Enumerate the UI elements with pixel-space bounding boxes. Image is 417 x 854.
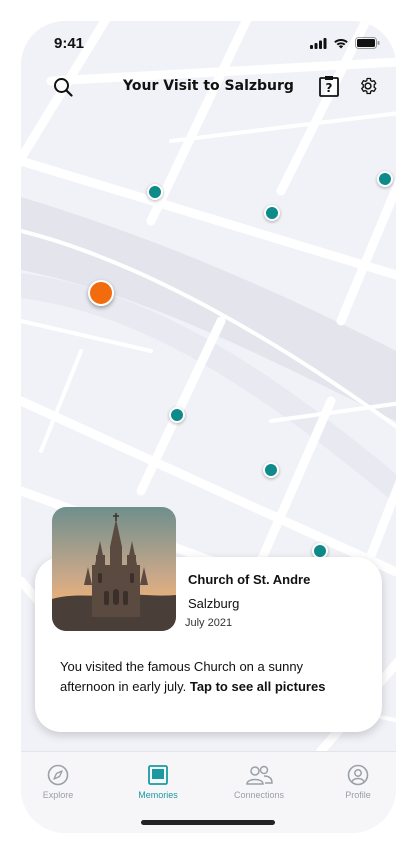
status-time: 9:41 — [54, 35, 85, 52]
memory-city: Salzburg — [188, 596, 240, 611]
tab-label: Memories — [138, 790, 178, 800]
home-indicator — [141, 820, 275, 825]
tab-label: Connections — [233, 790, 285, 800]
map-pin[interactable] — [147, 184, 163, 200]
memory-photo[interactable] — [52, 507, 176, 631]
see-all-pictures-link[interactable]: Tap to see all pictures — [190, 679, 326, 694]
tab-label: Profile — [345, 790, 371, 800]
map-pin-active[interactable] — [88, 280, 114, 306]
svg-text:?: ? — [326, 81, 333, 95]
memories-icon — [113, 762, 203, 788]
status-bar: 9:41 — [21, 21, 396, 65]
map-pin[interactable] — [263, 462, 279, 478]
battery-icon — [355, 37, 380, 49]
status-icons — [310, 37, 380, 49]
people-icon — [214, 762, 304, 788]
tab-profile[interactable]: Profile — [313, 762, 396, 800]
memory-date: July 2021 — [185, 617, 233, 629]
compass-icon — [21, 762, 103, 788]
tab-memories[interactable]: Memories — [113, 762, 203, 800]
phone-screen: 9:41 Your Visit to Salzburg ? Church of … — [21, 21, 396, 833]
map-pin[interactable] — [169, 407, 185, 423]
help-icon[interactable]: ? — [317, 74, 341, 98]
top-bar: Your Visit to Salzburg ? — [21, 71, 396, 101]
signal-icon — [310, 37, 327, 49]
tab-connections[interactable]: Connections — [214, 762, 304, 800]
map-pin[interactable] — [264, 205, 280, 221]
wifi-icon — [334, 38, 348, 48]
tab-label: Explore — [42, 790, 74, 800]
map-pin[interactable] — [377, 171, 393, 187]
memory-description-block: You visited the famous Church on a sunny… — [60, 657, 360, 697]
gear-icon[interactable] — [356, 74, 380, 98]
profile-icon — [313, 762, 396, 788]
memory-title: Church of St. Andre — [188, 572, 311, 587]
tab-explore[interactable]: Explore — [21, 762, 103, 800]
